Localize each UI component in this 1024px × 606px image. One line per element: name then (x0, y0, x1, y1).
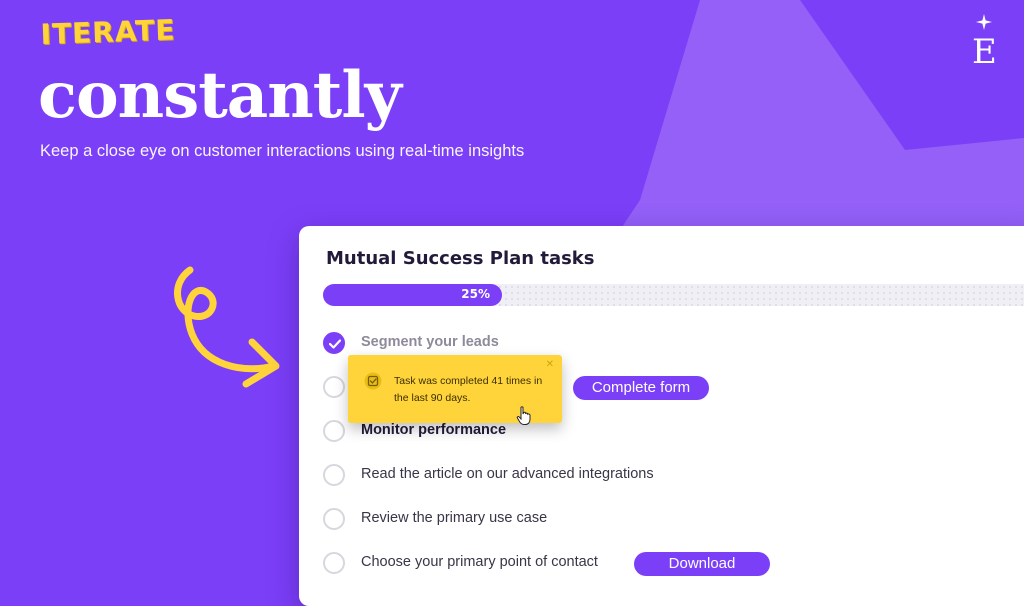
checkbox-icon (364, 372, 382, 390)
brand-logo: E (962, 14, 1008, 74)
headline: constantly (38, 58, 402, 133)
task-label: Segment your leads (361, 334, 499, 350)
checkbox[interactable] (323, 464, 345, 486)
tooltip-text: Task was completed 41 times in the last … (394, 375, 543, 404)
checkbox[interactable] (323, 508, 345, 530)
task-label: Monitor performance (361, 422, 507, 438)
progress-fill: 25% (323, 284, 502, 306)
checkbox[interactable] (323, 376, 345, 398)
close-icon[interactable]: ✕ (546, 359, 554, 370)
complete-form-button[interactable]: Complete form (573, 376, 709, 400)
task-label: Review the primary use case (361, 510, 548, 526)
card-title: Mutual Success Plan tasks (326, 248, 595, 269)
download-button[interactable]: Download (634, 552, 770, 576)
checkbox[interactable] (323, 420, 345, 442)
progress-label: 25% (461, 287, 490, 301)
eyebrow-text: ITERATE (40, 13, 177, 51)
checkbox[interactable] (323, 552, 345, 574)
task-label: Read the article on our advanced integra… (361, 466, 654, 482)
logo-letter: E (972, 32, 997, 72)
checkmark-icon (329, 339, 341, 349)
hand-cursor-icon (516, 406, 531, 425)
checkbox-checked[interactable] (323, 332, 345, 354)
task-item[interactable]: Read the article on our advanced integra… (323, 464, 743, 490)
sparkle-icon (976, 14, 992, 30)
task-item[interactable]: Choose your primary point of contact Dow… (323, 552, 783, 578)
progress-bar: 25% (323, 284, 1024, 306)
subtitle: Keep a close eye on customer interaction… (40, 142, 525, 160)
task-item[interactable]: Review the primary use case (323, 508, 623, 534)
task-item[interactable]: Monitor performance (323, 420, 623, 446)
task-label: Choose your primary point of contact (361, 554, 598, 570)
curly-arrow-icon (174, 266, 280, 388)
